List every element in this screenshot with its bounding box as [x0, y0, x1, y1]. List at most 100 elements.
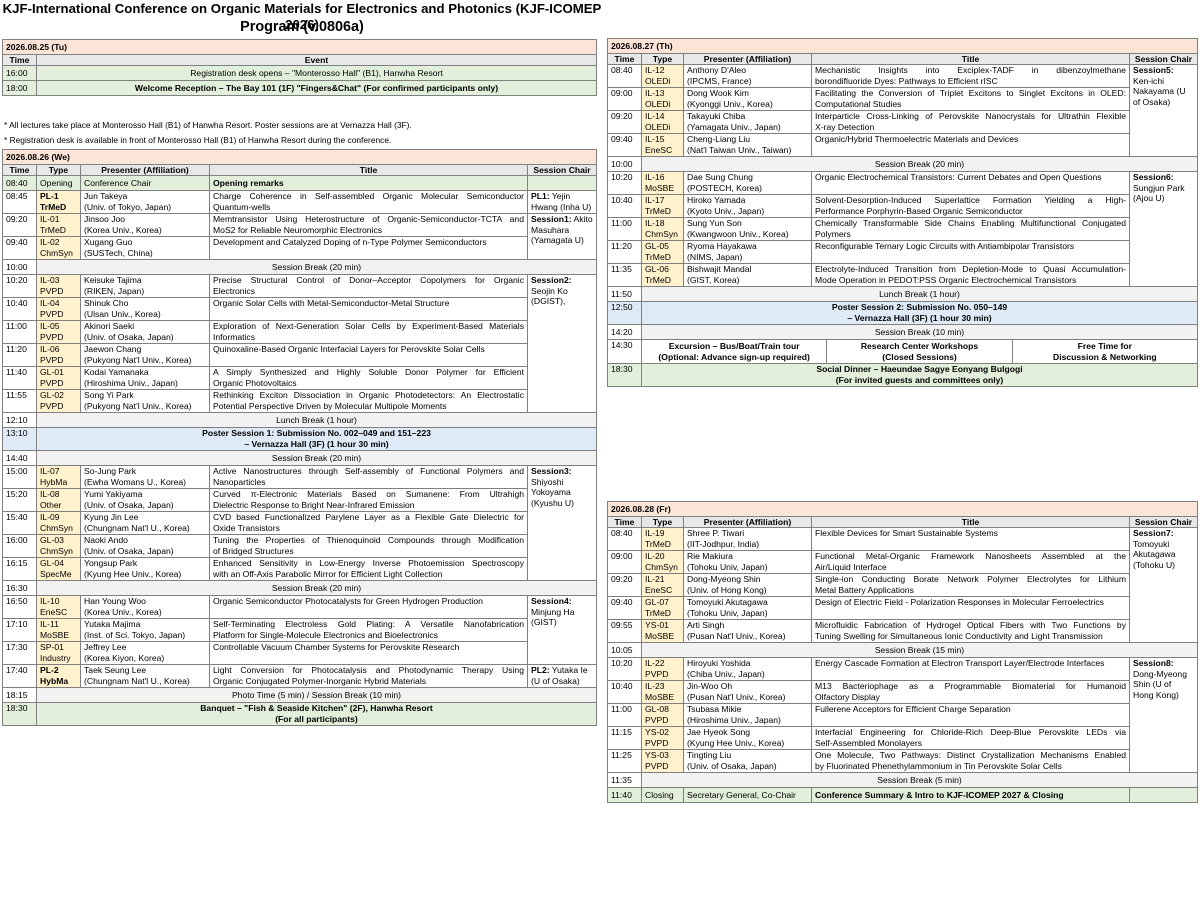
- title-line-2: Self-Assembled Monolayers: [815, 737, 922, 748]
- type-cell: IL-10 EneSC: [36, 595, 81, 620]
- type-cell: IL-13 OLEDi: [641, 87, 684, 112]
- type-code: Opening: [40, 178, 73, 189]
- type-cell: IL-20 ChmSyn: [641, 550, 684, 575]
- presenter-name: Tsubasa Mikie: [687, 704, 742, 715]
- presenter-cell: Jeffrey Lee (Korea Kiyon, Korea): [80, 641, 210, 666]
- presenter-name: Dong-Myeong Shin: [687, 574, 761, 585]
- time-cell: 18:15: [2, 687, 37, 704]
- title-cell: CVD based Functionalized Parylene Layer …: [209, 511, 528, 536]
- title-cell: Conference Summary & Intro to KJF-ICOMEP…: [811, 787, 1130, 804]
- title-line-2: Quantum-wells: [213, 201, 271, 212]
- time-cell: 08:40: [607, 527, 642, 552]
- type-cell: IL-16 MoSBE: [641, 171, 684, 196]
- title-line-2: Informatics: [213, 331, 256, 342]
- title-line-1: Organic Semiconductor Photocatalysts for…: [213, 596, 483, 607]
- presenter-affiliation: (Hiroshima Univ., Japan): [84, 377, 178, 388]
- title-line-1: One Molecule, Two Pathways: Distinct Cry…: [815, 750, 1126, 761]
- session-chair-label: Session1:: [531, 214, 572, 225]
- type-code: IL-21: [645, 574, 665, 585]
- presenter-affiliation: (IPCMS, France): [687, 75, 752, 86]
- title-line-1: Opening remarks: [213, 178, 284, 189]
- type-category: MoSBE: [645, 182, 675, 193]
- time-cell: 11:20: [2, 343, 37, 368]
- program-page: KJF-International Conference on Organic …: [0, 0, 1200, 899]
- presenter-name: Akinori Saeki: [84, 321, 135, 332]
- session-chair-name: Tomoyuki Akutagawa (Tohoku U): [1133, 538, 1176, 570]
- presenter-affiliation: (Univ. of Osaka, Japan): [84, 545, 174, 556]
- presenter-cell: Han Young Woo (Korea Univ., Korea): [80, 595, 210, 620]
- time-cell: 10:20: [2, 274, 37, 299]
- presenter-cell: Arti Singh (Pusan Nat'l Univ., Korea): [683, 619, 812, 644]
- time-cell: 13:10: [2, 427, 37, 452]
- presenter-name: Sung Yun Son: [687, 218, 742, 229]
- type-category: EneSC: [40, 606, 68, 617]
- time-cell: 09:40: [607, 596, 642, 621]
- title-line-1: Organic Electrochemical Transistors: Cur…: [815, 172, 1102, 183]
- time-cell: 14:20: [607, 324, 642, 341]
- session-chair-name: Seojin Ko (DGIST),: [531, 285, 568, 307]
- title-cell: Exploration of Next-Generation Solar Cel…: [209, 320, 528, 345]
- title-cell: Electrolyte-Induced Transition from Depl…: [811, 263, 1130, 288]
- title-line-1: Development and Catalyzed Doping of n-Ty…: [213, 237, 487, 248]
- type-category: OLEDi: [645, 121, 671, 132]
- presenter-name: Jae Hyeok Song: [687, 727, 751, 738]
- presenter-name: Shree P. Tiwari: [687, 528, 745, 539]
- title-cell: Interparticle Cross-Linking of Perovskit…: [811, 110, 1130, 135]
- header-type: Type: [641, 52, 684, 66]
- time-cell: 11:00: [607, 217, 642, 242]
- type-category: ChmSyn: [645, 561, 678, 572]
- header-event: Event: [36, 53, 597, 67]
- time-cell: 09:20: [607, 573, 642, 598]
- presenter-name: Rie Makiura: [687, 551, 733, 562]
- type-category: TrMeD: [645, 274, 671, 285]
- session-chair-label: Session5:: [1133, 65, 1174, 76]
- type-cell: IL-18 ChmSyn: [641, 217, 684, 242]
- time-cell: 10:40: [2, 297, 37, 322]
- time-cell: 10:05: [607, 642, 642, 659]
- type-cell: YS-01 MoSBE: [641, 619, 684, 644]
- header-time: Time: [2, 163, 37, 177]
- type-code: IL-04: [40, 298, 60, 309]
- presenter-affiliation: (Kyung Hee Univ., Korea): [84, 568, 182, 579]
- time-cell: 09:20: [607, 110, 642, 135]
- time-cell: 16:15: [2, 557, 37, 582]
- type-cell: GL-03 ChmSyn: [36, 534, 81, 559]
- presenter-cell: Anthony D'Aleo (IPCMS, France): [683, 64, 812, 89]
- time-cell: 09:40: [2, 236, 37, 261]
- type-code: IL-09: [40, 512, 60, 523]
- poster-session: Poster Session 1: Submission No. 002–049…: [36, 427, 597, 452]
- title-line-1: Design of Electric Field - Polarization …: [815, 597, 1104, 608]
- type-category: PVPD: [40, 331, 64, 342]
- type-code: SP-01: [40, 642, 64, 653]
- presenter-cell: Rie Makiura (Tohoku Univ, Japan): [683, 550, 812, 575]
- presenter-name: Bishwajit Mandal: [687, 264, 752, 275]
- type-cell: IL-08 Other: [36, 488, 81, 513]
- title-line-1: Light Conversion for Photocatalysis and …: [213, 665, 524, 676]
- title-cell: Interfacial Engineering for Chloride-Ric…: [811, 726, 1130, 751]
- title-line-1: Precise Structural Control of Donor–Acce…: [213, 275, 524, 286]
- title-cell: Opening remarks: [209, 175, 528, 192]
- presenter-name: Hiroko Yamada: [687, 195, 746, 206]
- presenter-cell: Jae Hyeok Song (Kyung Hee Univ., Korea): [683, 726, 812, 751]
- excursion-option: Free Time for Discussion & Networking: [1013, 341, 1197, 363]
- title-line-2: Potential Perspective Driven by Molecula…: [213, 400, 447, 411]
- time-cell: 11:55: [2, 389, 37, 414]
- time-cell: 10:40: [607, 194, 642, 219]
- type-cell: IL-05 PVPD: [36, 320, 81, 345]
- session-chair: PL2: Yutaka Ie (U of Osaka): [527, 664, 597, 689]
- type-cell: IL-09 ChmSyn: [36, 511, 81, 536]
- header-time: Time: [2, 53, 37, 67]
- time-cell: 15:40: [2, 511, 37, 536]
- type-code: YS-02: [645, 727, 669, 738]
- type-cell: SP-01 Industry: [36, 641, 81, 666]
- type-category: HybMa: [40, 675, 69, 686]
- date-header: 2026.08.25 (Tu): [2, 39, 597, 55]
- title-cell: Functional Metal-Organic Framework Nanos…: [811, 550, 1130, 575]
- session-chair: PL1: Yejin Hwang (Inha U): [527, 190, 597, 215]
- option-line-2: Discussion & Networking: [1053, 351, 1157, 362]
- time-cell: 11:15: [607, 726, 642, 751]
- presenter-cell: Jinsoo Joo (Korea Univ., Korea): [80, 213, 210, 238]
- banquet: Banquet – "Fish & Seaside Kitchen" (2F),…: [36, 702, 597, 727]
- header-time: Time: [607, 515, 642, 529]
- title-line-1: A Simply Synthesized and Highly Soluble …: [213, 367, 524, 378]
